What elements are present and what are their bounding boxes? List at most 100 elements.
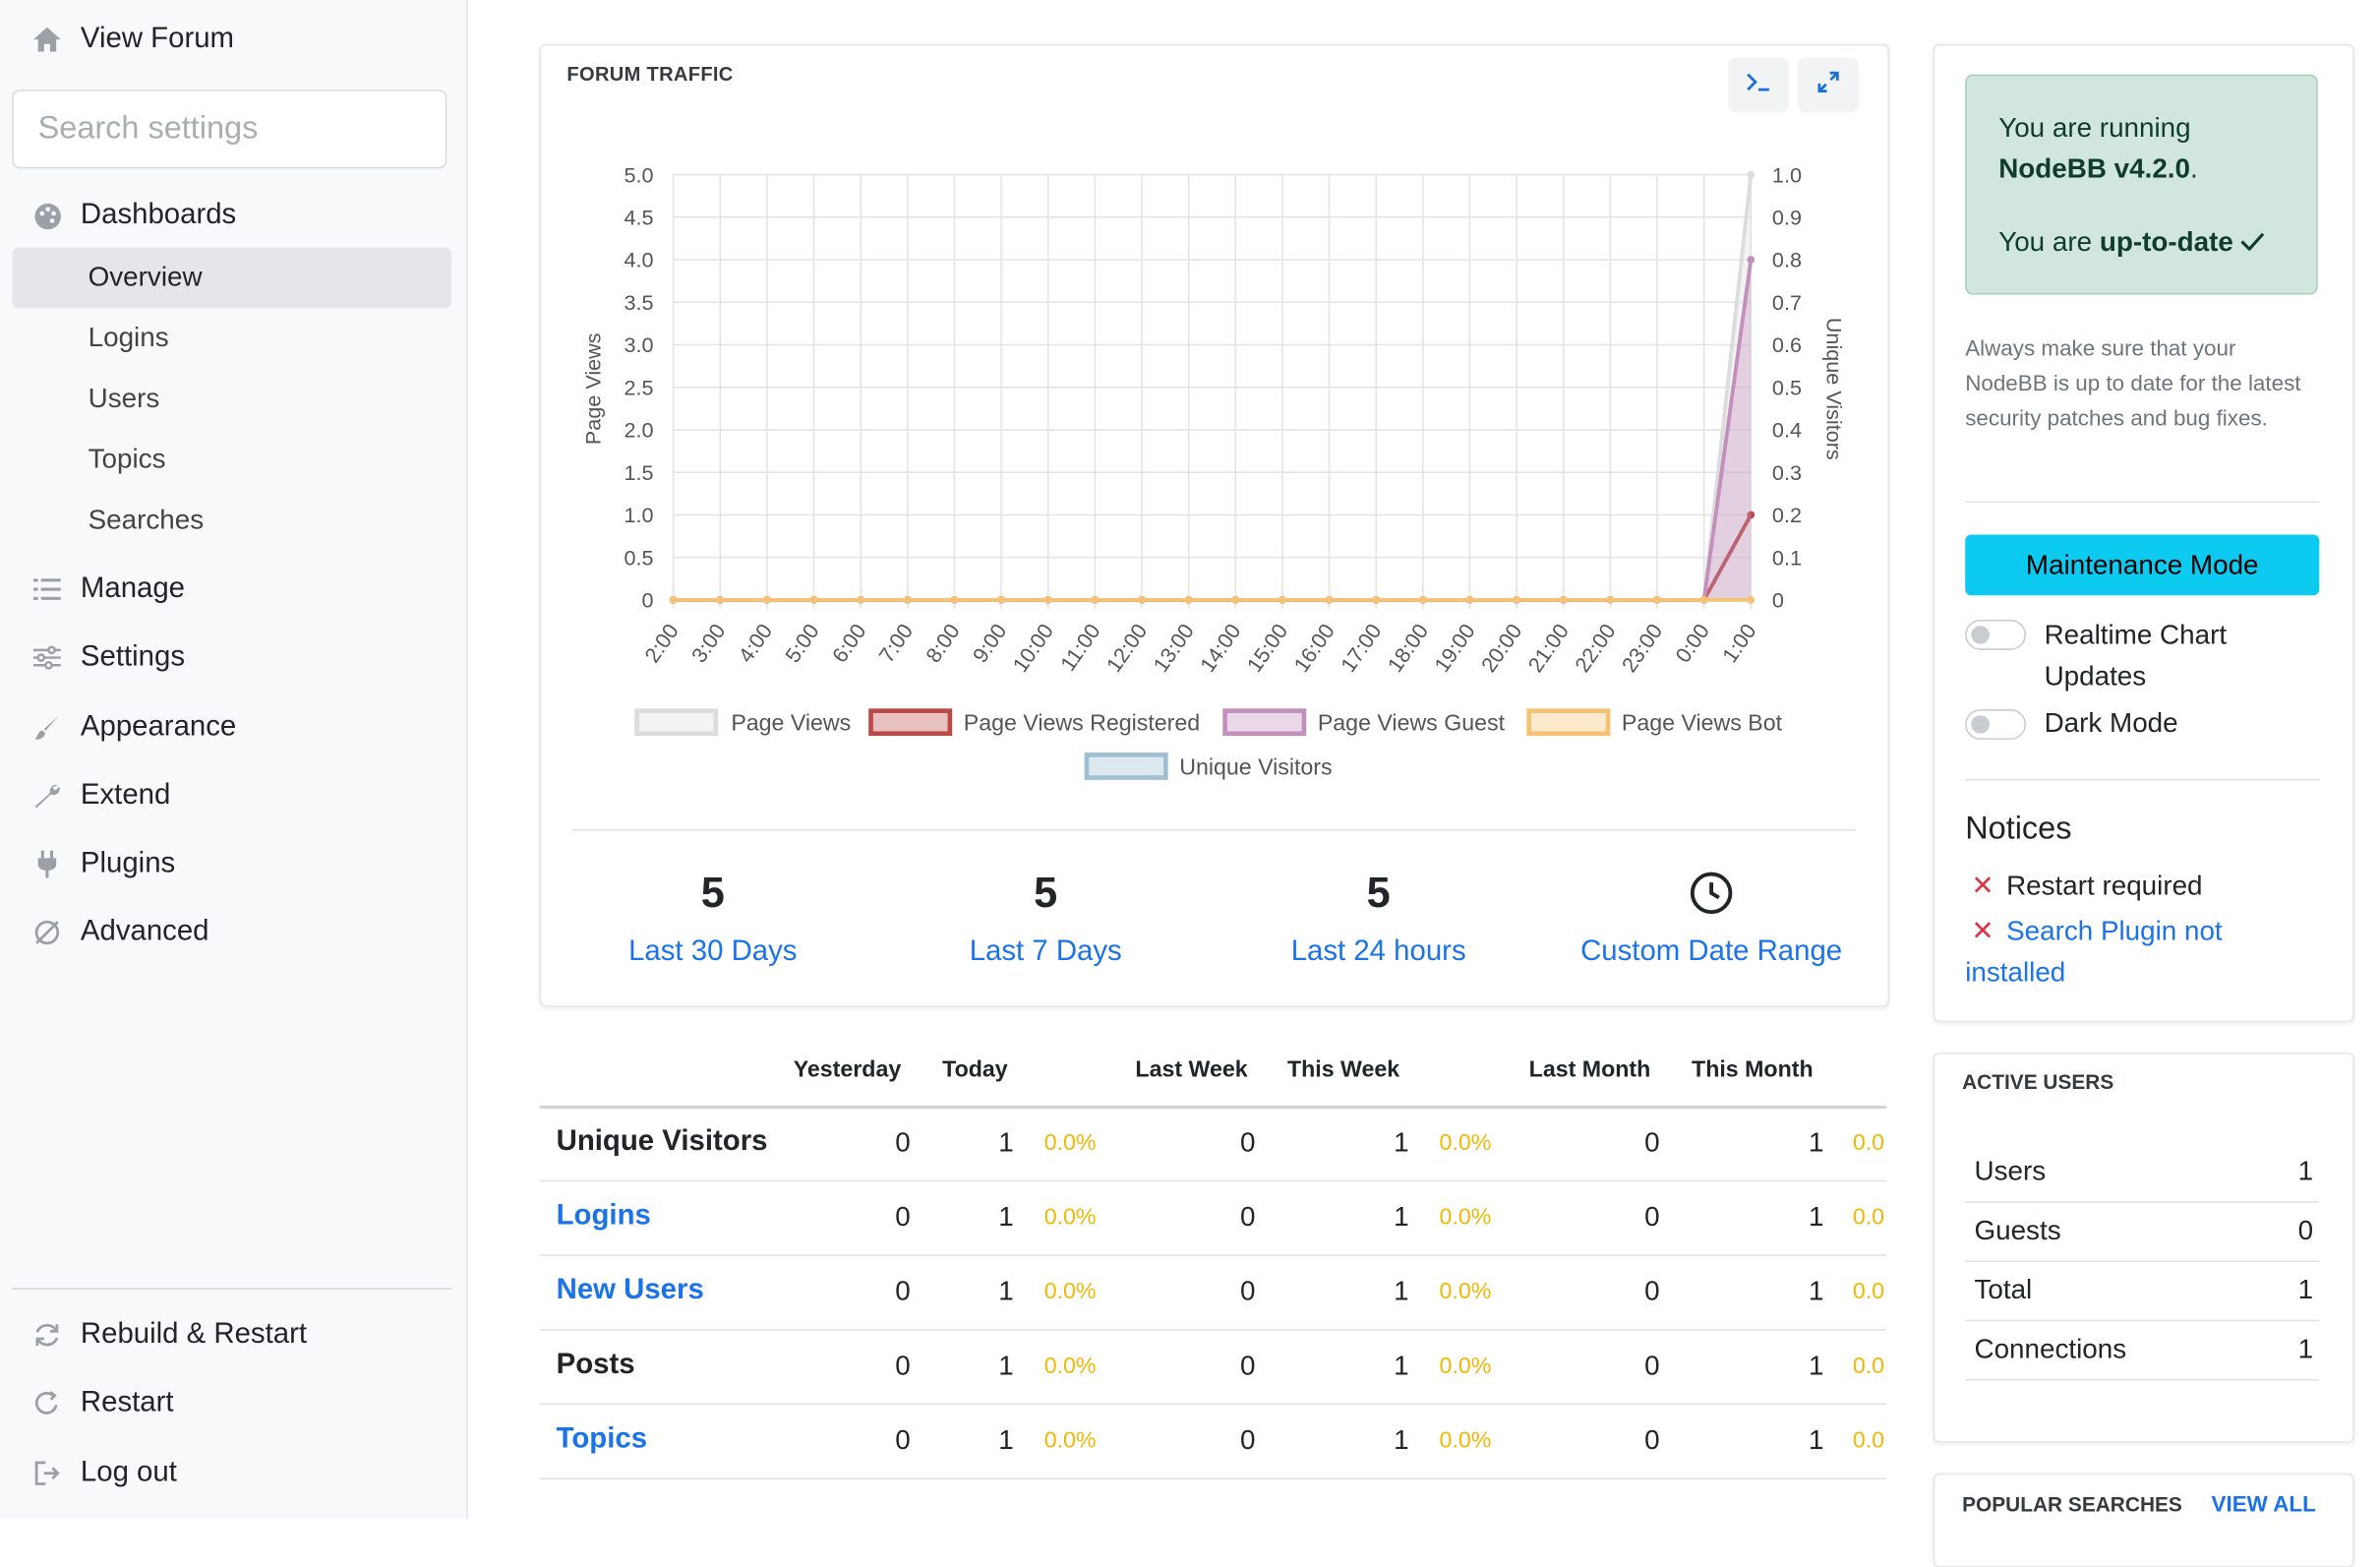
chart-legend-swatch [868, 708, 953, 737]
table-percent-cell: 0.0% [1043, 1129, 1097, 1156]
sidebar-item-topics[interactable]: Topics [89, 444, 166, 475]
notice-search-plugin[interactable]: ✕ Search Plugin not installed [1965, 911, 2324, 993]
sidebar-item-appearance[interactable]: Appearance [30, 711, 236, 745]
dark-mode-toggle[interactable] [1965, 709, 2027, 740]
sidebar-item-overview[interactable]: Overview [89, 262, 203, 293]
chart-data-point [997, 596, 1005, 604]
active-users-row-value: 0 [2297, 1215, 2314, 1246]
home-icon [30, 26, 64, 53]
chart-data-point [1418, 596, 1427, 604]
sidebar-item-users[interactable]: Users [89, 383, 160, 414]
popular-searches-title: POPULAR SEARCHES [1962, 1492, 2182, 1516]
version-running-text: You are running [1998, 112, 2191, 144]
forum-traffic-title: FORUM TRAFFIC [566, 62, 734, 86]
table-cell: 0 [1644, 1201, 1660, 1233]
sidebar-item-extend[interactable]: Extend [30, 779, 170, 813]
active-users-card [1933, 1052, 2354, 1443]
chart-y2-tick-label: 1.0 [1772, 162, 1802, 187]
chart-x-tick-label: 18:00 [1383, 619, 1434, 677]
expand-button[interactable] [1798, 57, 1860, 113]
table-cell: 1 [1394, 1275, 1409, 1306]
view-all-link[interactable]: VIEW ALL [2212, 1493, 2316, 1518]
notices-title: Notices [1965, 811, 2072, 847]
version-period: . [2189, 152, 2198, 184]
sidebar-item-advanced[interactable]: Advanced [30, 916, 209, 949]
chart-data-point [1699, 596, 1708, 604]
stat-7-days-link[interactable]: Last 7 Days [878, 935, 1213, 969]
brush-icon [30, 714, 64, 742]
sidebar-item-searches[interactable]: Searches [89, 505, 205, 536]
chart-x-tick-label: 8:00 [921, 619, 965, 667]
stat-24-hours-value: 5 [1366, 869, 1391, 917]
lifesaver-icon [30, 919, 64, 946]
popular-searches-card [1933, 1473, 2354, 1567]
chart-y-tick-label: 3.5 [624, 290, 653, 315]
list-icon [30, 577, 64, 602]
table-row-divider [539, 1403, 1886, 1406]
table-row-label[interactable]: New Users [557, 1274, 704, 1307]
table-cell: 1 [998, 1201, 1014, 1233]
chart-x-tick-label: 15:00 [1242, 619, 1293, 677]
sidebar-item-dashboards[interactable]: Dashboards [30, 199, 236, 232]
restart-button[interactable]: Restart [30, 1387, 174, 1420]
table-row-divider [539, 1254, 1886, 1256]
chart-x-tick-label: 1:00 [1717, 619, 1761, 667]
active-users-row-divider [1965, 1378, 2320, 1381]
search-settings-input[interactable] [12, 90, 447, 169]
chart-legend-label: Page Views Registered [964, 710, 1200, 736]
table-cell: 1 [1809, 1350, 1824, 1381]
chart-y-tick-label: 3.0 [624, 332, 653, 357]
chart-legend-label: Page Views Bot [1622, 710, 1783, 736]
table-cell: 1 [998, 1275, 1014, 1306]
active-users-row-divider [1965, 1201, 2320, 1203]
logout-button[interactable]: Log out [30, 1457, 177, 1490]
active-users-row-divider [1965, 1260, 2320, 1263]
th-this-month: This Month [1692, 1056, 1814, 1083]
chart-x-tick-label: 21:00 [1523, 619, 1575, 677]
table-row-label[interactable]: Logins [557, 1200, 651, 1234]
chart-data-point [1091, 596, 1100, 604]
sidebar-item-manage[interactable]: Manage [30, 573, 185, 606]
table-percent-cell: 0.0% [1439, 1129, 1492, 1156]
sidebar-item-plugins[interactable]: Plugins [30, 848, 175, 881]
sidebar-item-logins[interactable]: Logins [89, 322, 169, 353]
chart-y2-tick-label: 0.6 [1772, 332, 1802, 357]
expand-icon [1817, 70, 1839, 99]
notice-search-plugin-link[interactable]: Search Plugin not installed [1965, 916, 2222, 988]
stat-30-days-link[interactable]: Last 30 Days [546, 935, 880, 969]
table-row-label[interactable]: Topics [557, 1423, 647, 1457]
clock-icon [1689, 871, 1734, 924]
table-cell: 0 [1644, 1350, 1660, 1381]
terminal-button[interactable] [1728, 57, 1789, 113]
stat-24-hours-link[interactable]: Last 24 hours [1212, 935, 1546, 969]
notice-restart-label: Restart required [2006, 870, 2203, 901]
chart-data-point [1138, 596, 1146, 604]
chart-data-point [1747, 170, 1755, 179]
table-cell: 1 [1809, 1201, 1824, 1233]
chart-data-point [1043, 596, 1052, 604]
chart-x-tick-label: 6:00 [827, 619, 871, 667]
realtime-chart-toggle[interactable] [1965, 619, 2027, 650]
chart-data-point [1325, 596, 1334, 604]
chart-legend-swatch [1222, 708, 1307, 737]
settings-label: Settings [80, 640, 186, 673]
sidebar-item-settings[interactable]: Settings [30, 641, 185, 675]
table-cell: 0 [1644, 1275, 1660, 1306]
version-line: NodeBB v4.2.0. [1998, 153, 2198, 185]
table-cell: 1 [1394, 1424, 1409, 1456]
active-users-row-value: 1 [2297, 1274, 2314, 1305]
chart-y2-tick-label: 0.9 [1772, 206, 1802, 230]
table-cell: 0 [895, 1126, 911, 1158]
maintenance-mode-button[interactable]: Maintenance Mode [1965, 534, 2320, 596]
rebuild-restart-button[interactable]: Rebuild & Restart [30, 1318, 307, 1352]
chart-data-point [1372, 596, 1381, 604]
chart-x-tick-label: 3:00 [686, 619, 731, 667]
chart-legend-swatch [1526, 708, 1611, 737]
refresh-icon [30, 1321, 64, 1349]
th-last-week: Last Week [1135, 1056, 1248, 1083]
dark-mode-label: Dark Mode [2044, 707, 2178, 739]
custom-date-range-link[interactable]: Custom Date Range [1544, 935, 1878, 969]
chart-y2-tick-label: 0.5 [1772, 375, 1802, 399]
view-forum-link[interactable]: View Forum [30, 23, 234, 56]
chart-data-point [950, 596, 959, 604]
